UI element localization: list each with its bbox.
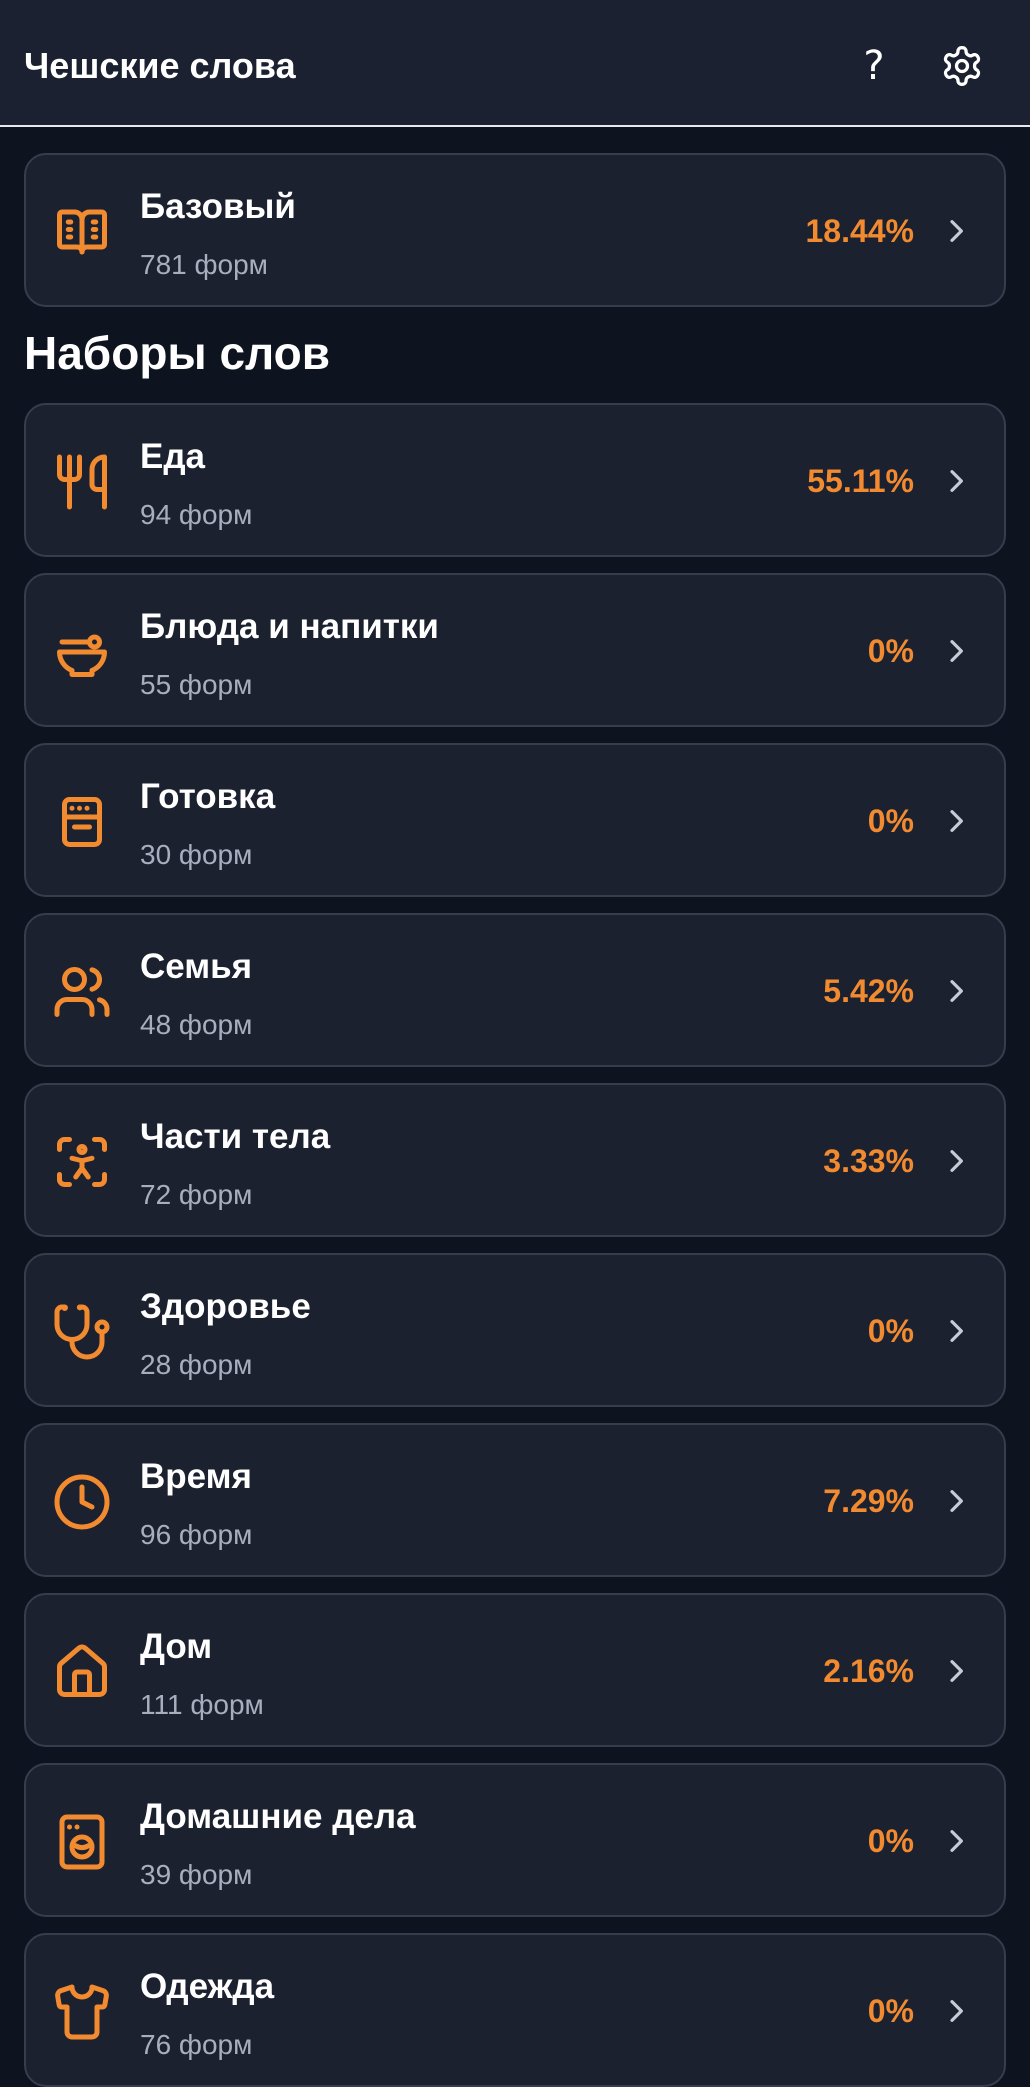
set-forms-count: 111 форм [140, 1689, 264, 1720]
set-progress: 0% [867, 1993, 914, 2029]
set-forms-count: 94 форм [140, 499, 253, 530]
set-name: Дом [140, 1627, 213, 1666]
word-set-card[interactable]: Дом 111 форм 2.16% [24, 1593, 1006, 1747]
stove-icon [52, 792, 112, 852]
word-set-card[interactable]: Здоровье 28 форм 0% [24, 1253, 1006, 1407]
set-forms-count: 39 форм [140, 1859, 253, 1890]
settings-button[interactable] [934, 38, 990, 94]
set-progress: 3.33% [823, 1143, 914, 1179]
set-name: Части тела [140, 1117, 331, 1156]
set-progress: 5.42% [823, 973, 914, 1009]
set-forms-count: 30 форм [140, 839, 253, 870]
chevron-right-icon [940, 805, 972, 837]
utensils-icon [52, 452, 112, 512]
set-name: Блюда и напитки [140, 607, 439, 646]
shirt-icon [52, 1982, 112, 2042]
set-name: Здоровье [140, 1287, 311, 1326]
section-title: Наборы слов [24, 327, 331, 379]
clock-icon [52, 1472, 112, 1532]
chevron-right-icon [940, 1825, 972, 1857]
set-progress: 7.29% [823, 1483, 914, 1519]
chevron-right-icon [940, 465, 972, 497]
chevron-right-icon [940, 215, 972, 247]
set-name: Базовый [140, 187, 296, 226]
book-icon [52, 202, 112, 262]
chevron-right-icon [940, 1315, 972, 1347]
word-set-card[interactable]: Блюда и напитки 55 форм 0% [24, 573, 1006, 727]
washing-machine-icon [52, 1812, 112, 1872]
set-progress: 55.11% [807, 463, 914, 499]
bowl-icon [52, 622, 112, 682]
set-forms-count: 72 форм [140, 1179, 253, 1210]
app-header: Чешские слова ? [0, 0, 1030, 127]
chevron-right-icon [940, 1995, 972, 2027]
set-forms-count: 781 форм [140, 249, 268, 280]
users-icon [52, 962, 112, 1022]
chevron-right-icon [940, 635, 972, 667]
body-scan-icon [52, 1132, 112, 1192]
set-name: Готовка [140, 777, 276, 816]
stethoscope-icon [52, 1302, 112, 1362]
set-progress: 0% [867, 1313, 914, 1349]
chevron-right-icon [940, 1485, 972, 1517]
set-name: Домашние дела [140, 1797, 416, 1836]
word-set-card[interactable]: Еда 94 форм 55.11% [24, 403, 1006, 557]
word-set-card[interactable]: Семья 48 форм 5.42% [24, 913, 1006, 1067]
help-button[interactable]: ? [846, 38, 902, 94]
word-set-card[interactable]: Домашние дела 39 форм 0% [24, 1763, 1006, 1917]
word-set-card[interactable]: Время 96 форм 7.29% [24, 1423, 1006, 1577]
word-set-card[interactable]: Части тела 72 форм 3.33% [24, 1083, 1006, 1237]
set-forms-count: 96 форм [140, 1519, 253, 1550]
chevron-right-icon [940, 1145, 972, 1177]
set-progress: 0% [867, 803, 914, 839]
set-progress: 2.16% [823, 1653, 914, 1689]
question-icon: ? [863, 43, 885, 89]
set-progress: 0% [867, 633, 914, 669]
chevron-right-icon [940, 1655, 972, 1687]
set-name: Семья [140, 947, 253, 986]
base-set-card[interactable]: Базовый 781 форм 18.44% [24, 153, 1006, 307]
set-forms-count: 76 форм [140, 2029, 253, 2060]
set-progress: 18.44% [805, 213, 914, 249]
set-name: Одежда [140, 1967, 275, 2006]
set-progress: 0% [867, 1823, 914, 1859]
set-forms-count: 48 форм [140, 1009, 253, 1040]
set-forms-count: 55 форм [140, 669, 253, 700]
set-forms-count: 28 форм [140, 1349, 253, 1380]
word-set-card[interactable]: Одежда 76 форм 0% [24, 1933, 1006, 2087]
set-name: Время [140, 1457, 252, 1496]
word-set-card[interactable]: Готовка 30 форм 0% [24, 743, 1006, 897]
set-name: Еда [140, 437, 206, 476]
gear-icon [943, 46, 981, 86]
app-title: Чешские слова [24, 45, 296, 86]
house-icon [52, 1642, 112, 1702]
chevron-right-icon [940, 975, 972, 1007]
